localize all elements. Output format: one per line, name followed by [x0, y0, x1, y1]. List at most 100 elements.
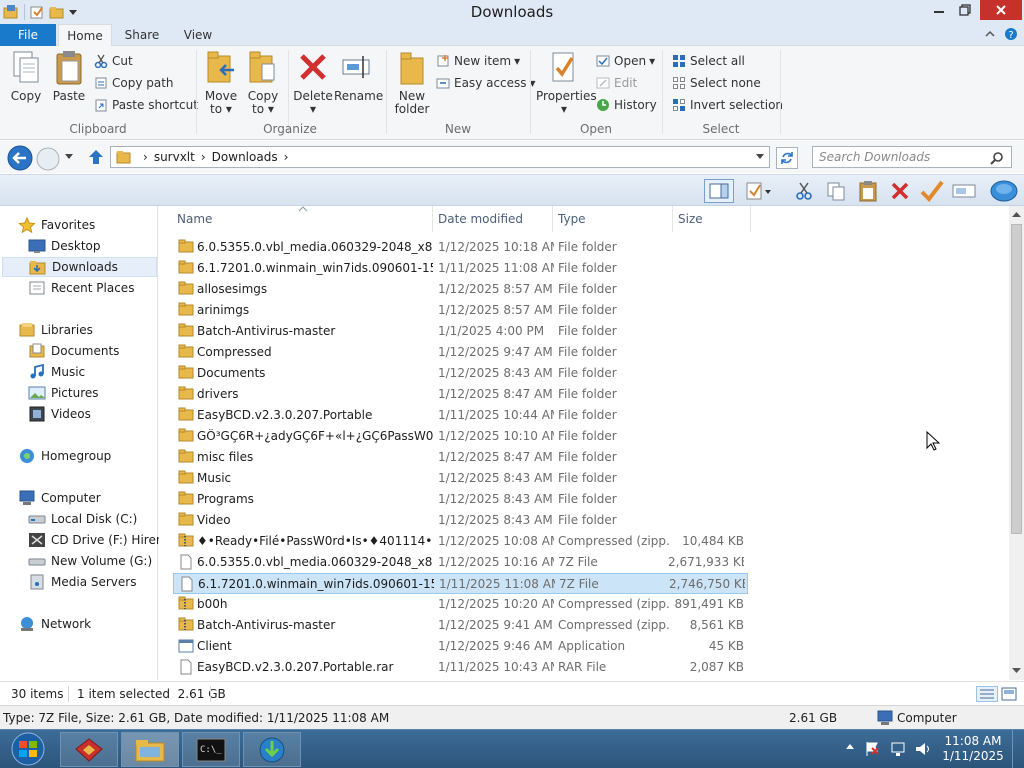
open-button[interactable]: Open ▾ — [596, 51, 655, 71]
paste-button[interactable]: Paste — [50, 50, 88, 103]
copy-path-button[interactable]: Copy path — [94, 73, 174, 93]
nav-homegroup[interactable]: Homegroup — [18, 446, 111, 466]
properties-button[interactable]: Properties ▾ — [536, 50, 597, 116]
cut-scissors-icon[interactable] — [794, 181, 814, 201]
minimize-button[interactable] — [926, 0, 952, 20]
details-view-button[interactable] — [976, 686, 998, 702]
breadcrumb-separator-icon[interactable]: › — [284, 150, 289, 164]
start-button[interactable] — [6, 731, 50, 767]
action-center-flag-icon[interactable] — [864, 740, 882, 758]
taskbar-command-prompt[interactable]: C:\_ — [182, 732, 240, 767]
maximize-button[interactable] — [952, 0, 978, 20]
column-header-type[interactable]: Type — [558, 212, 586, 226]
nav-pictures[interactable]: Pictures — [28, 383, 99, 403]
forward-button[interactable] — [36, 147, 62, 171]
table-row[interactable]: allosesimgs 1/12/2025 8:57 AM File folder — [173, 279, 748, 300]
nav-music[interactable]: Music — [28, 362, 85, 382]
move-to-button[interactable]: Move to ▾ — [202, 50, 240, 116]
scrollbar-thumb[interactable] — [1011, 224, 1022, 534]
delete-x-icon[interactable] — [890, 181, 910, 201]
search-input[interactable]: Search Downloads — [812, 146, 1012, 168]
table-row[interactable]: b00h 1/12/2025 10:20 AM Compressed (zipp..… — [173, 594, 748, 615]
taskbar-download-manager[interactable] — [243, 732, 301, 767]
address-history-dropdown[interactable] — [755, 153, 765, 161]
nav-desktop[interactable]: Desktop — [28, 236, 101, 256]
table-row[interactable]: 6.0.5355.0.vbl_media.060329-2048_x86fre_… — [173, 552, 748, 573]
column-divider[interactable] — [552, 206, 553, 232]
rename-field-icon[interactable] — [952, 182, 976, 200]
nav-downloads[interactable]: Downloads — [2, 257, 157, 277]
table-row[interactable]: Batch-Antivirus-master 1/1/2025 4:00 PM Fi… — [173, 321, 748, 342]
network-tray-icon[interactable] — [890, 740, 908, 758]
recent-locations-dropdown[interactable] — [64, 153, 74, 161]
cut-button[interactable]: Cut — [94, 51, 133, 71]
help-icon[interactable]: ? — [1004, 27, 1018, 41]
show-hidden-icons-arrow[interactable] — [846, 743, 854, 749]
history-button[interactable]: History — [596, 95, 657, 115]
refresh-button[interactable] — [776, 147, 798, 169]
large-icons-view-button[interactable] — [1001, 686, 1017, 702]
delete-button[interactable]: Delete ▾ — [292, 50, 334, 116]
table-row[interactable]: Compressed 1/12/2025 9:47 AM File folder — [173, 342, 748, 363]
edit-button[interactable]: Edit — [596, 73, 637, 93]
table-row[interactable]: drivers 1/12/2025 8:47 AM File folder — [173, 384, 748, 405]
table-row[interactable]: Documents 1/12/2025 8:43 AM File folder — [173, 363, 748, 384]
nav-media-servers[interactable]: Media Servers — [28, 572, 136, 592]
table-row[interactable]: Programs 1/12/2025 8:43 AM File folder — [173, 489, 748, 510]
tab-file[interactable]: File — [0, 24, 56, 46]
table-row[interactable]: Batch-Antivirus-master 1/12/2025 9:41 AM C… — [173, 615, 748, 636]
tab-view[interactable]: View — [172, 24, 224, 46]
rename-button[interactable]: Rename — [334, 50, 383, 103]
back-button[interactable] — [6, 145, 34, 171]
table-row-selected[interactable]: 6.1.7201.0.winmain_win7ids.090601-1516..… — [173, 573, 748, 594]
close-button[interactable] — [980, 0, 1022, 20]
column-divider[interactable] — [432, 206, 433, 232]
nav-documents[interactable]: Documents — [28, 341, 119, 361]
breadcrumb-downloads[interactable]: Downloads — [212, 150, 278, 164]
select-none-button[interactable]: Select none — [672, 73, 761, 93]
column-header-size[interactable]: Size — [678, 212, 703, 226]
copy-to-button[interactable]: Copy to ▾ — [244, 50, 282, 116]
checkmark-icon[interactable] — [920, 180, 944, 202]
table-row[interactable]: 6.1.7201.0.winmain_win7ids.090601-1516..… — [173, 258, 748, 279]
nav-videos[interactable]: Videos — [28, 404, 91, 424]
nav-new-volume[interactable]: New Volume (G:) — [28, 551, 152, 571]
copy-icon[interactable] — [826, 181, 846, 201]
table-row[interactable]: Client 1/12/2025 9:46 AM Application 45 KB — [173, 636, 748, 657]
paste-shortcut-button[interactable]: Paste shortcut — [94, 95, 198, 115]
search-icon[interactable] — [990, 151, 1004, 165]
table-row[interactable]: GÖ³GÇ6R+¿adyGÇ6F+«l+¿GÇ6PassW0rd... 1/12/… — [173, 426, 748, 447]
table-row[interactable]: ♦•Ready•Filé•PassW0rd•Is•♦401114• 1/12/20… — [173, 531, 748, 552]
clock[interactable]: 11:08 AM 1/11/2025 — [940, 734, 1006, 764]
address-bar[interactable]: › survxlt › Downloads › — [110, 146, 770, 168]
preview-pane-button[interactable] — [704, 179, 734, 203]
nav-favorites[interactable]: Favorites — [18, 215, 95, 235]
paste-icon[interactable] — [858, 180, 878, 202]
new-folder-button[interactable]: New folder — [392, 50, 432, 116]
nav-local-disk[interactable]: Local Disk (C:) — [28, 509, 137, 529]
scroll-up-arrow-icon[interactable] — [1012, 211, 1021, 217]
select-all-button[interactable]: Select all — [672, 51, 745, 71]
table-row[interactable]: Video 1/12/2025 8:43 AM File folder — [173, 510, 748, 531]
properties-check-icon[interactable] — [744, 181, 772, 201]
show-desktop-button[interactable] — [1012, 730, 1024, 768]
volume-icon[interactable] — [914, 740, 932, 758]
nav-libraries[interactable]: Libraries — [18, 320, 93, 340]
invert-selection-button[interactable]: Invert selection — [672, 95, 783, 115]
column-divider[interactable] — [750, 206, 751, 232]
table-row[interactable]: arinimgs 1/12/2025 8:57 AM File folder — [173, 300, 748, 321]
new-item-button[interactable]: New item ▾ — [436, 51, 520, 71]
table-row[interactable]: EasyBCD.v2.3.0.207.Portable 1/11/2025 10:… — [173, 405, 748, 426]
tab-share[interactable]: Share — [116, 24, 168, 46]
taskbar-file-explorer[interactable] — [121, 732, 179, 767]
table-row[interactable]: Music 1/12/2025 8:43 AM File folder — [173, 468, 748, 489]
table-row[interactable]: misc files 1/12/2025 8:47 AM File folder — [173, 447, 748, 468]
scroll-down-arrow-icon[interactable] — [1012, 668, 1021, 674]
breadcrumb-separator-icon[interactable]: › — [201, 150, 206, 164]
tab-home[interactable]: Home — [58, 24, 112, 47]
table-row[interactable]: 6.0.5355.0.vbl_media.060329-2048_x86fre_… — [173, 237, 748, 258]
column-divider[interactable] — [672, 206, 673, 232]
globe-icon[interactable] — [990, 179, 1018, 203]
column-header-date[interactable]: Date modified — [438, 212, 523, 226]
copy-button[interactable]: Copy — [6, 50, 46, 103]
